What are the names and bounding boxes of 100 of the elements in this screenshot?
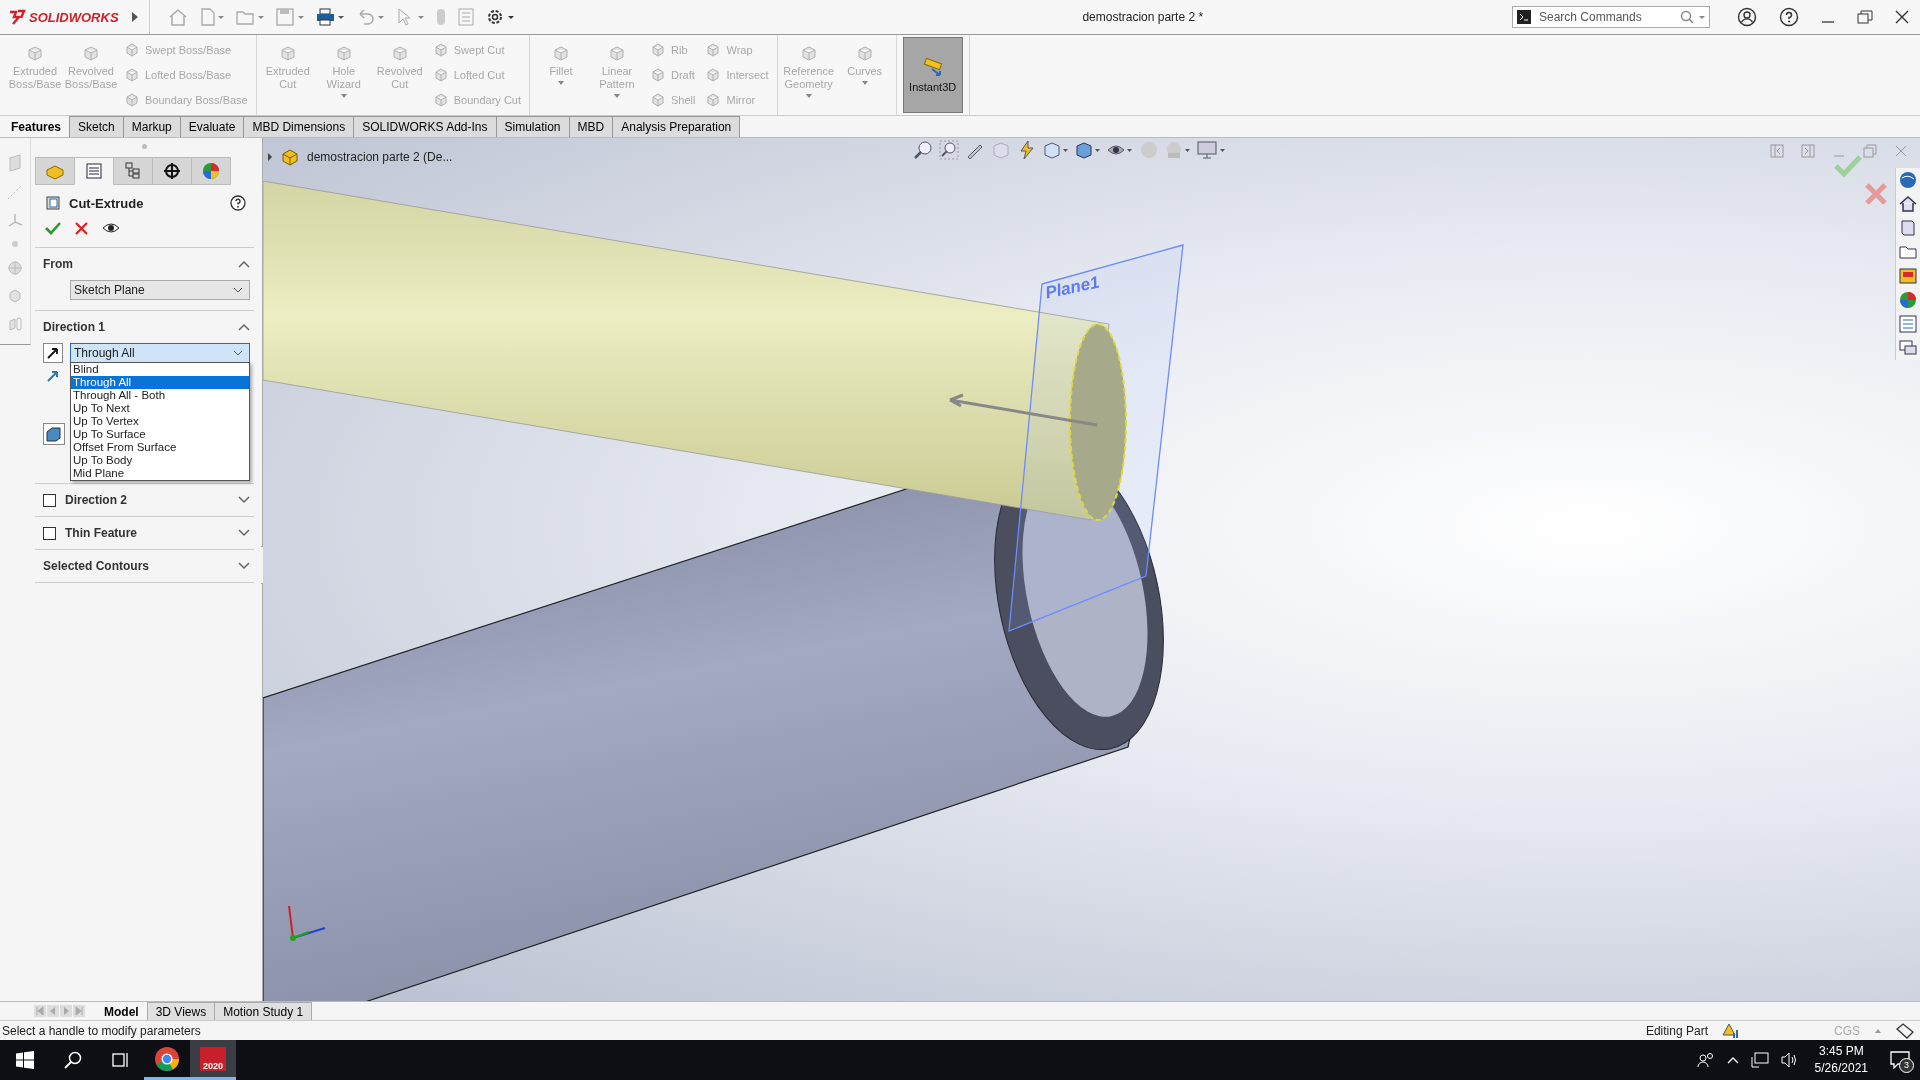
dropdown-option[interactable]: Through All	[71, 376, 249, 389]
instant3d-button[interactable]: Instant3D	[902, 37, 963, 113]
ok-check-icon[interactable]	[45, 221, 61, 235]
dropdown-option[interactable]: Mid Plane	[71, 467, 249, 480]
settings-icon[interactable]	[485, 8, 514, 26]
chevron-icon[interactable]	[238, 562, 250, 570]
task-view-icon[interactable]	[112, 1051, 130, 1069]
dropdown-option[interactable]: Offset From Surface	[71, 441, 249, 454]
color-wheel-icon[interactable]	[1898, 290, 1918, 310]
ribbon-tab[interactable]: Markup	[122, 116, 181, 137]
reverse-direction-icon[interactable]	[43, 343, 63, 363]
ribbon-tab[interactable]: Sketch	[69, 116, 124, 137]
people-icon[interactable]	[1696, 1052, 1715, 1068]
section-title: Direction 1	[43, 320, 106, 334]
ribbon-tab[interactable]: MBD Dimensions	[243, 116, 355, 137]
bottom-tab[interactable]: 3D Views	[146, 1002, 216, 1020]
cube-icon	[432, 41, 449, 58]
ribbon-tab[interactable]: Analysis Preparation	[612, 116, 741, 137]
printer-icon[interactable]	[315, 8, 344, 26]
tile-right-icon[interactable]	[1801, 144, 1815, 158]
chevron-icon	[233, 350, 243, 356]
globe-icon[interactable]	[1898, 170, 1918, 190]
lightning-icon[interactable]	[1017, 140, 1037, 160]
close-icon[interactable]	[1895, 10, 1909, 24]
part-name[interactable]: demostracion parte 2 (De...	[307, 150, 453, 164]
plane-label: Plane1	[1043, 272, 1102, 304]
rebuild-warning-icon[interactable]	[1722, 1022, 1740, 1039]
dropdown-option[interactable]: Blind	[71, 363, 249, 376]
paperclip-icon[interactable]	[7, 316, 23, 332]
chevron-icon[interactable]	[238, 260, 250, 268]
checkbox[interactable]	[43, 526, 56, 540]
windows-start-icon[interactable]	[16, 1051, 34, 1069]
search-icon[interactable]	[64, 1051, 82, 1069]
cut-extrude-icon	[45, 195, 61, 211]
checkbox[interactable]	[43, 493, 56, 507]
part-icon[interactable]	[281, 148, 299, 166]
cube-icon	[124, 92, 140, 109]
list-icon	[85, 162, 103, 180]
confirm-check-icon[interactable]	[1834, 154, 1862, 178]
expand-arrow-icon[interactable]	[130, 11, 139, 23]
clock-time[interactable]: 3:45 PM	[1818, 1043, 1864, 1060]
ribbon-tab[interactable]: Simulation	[495, 116, 570, 137]
dropdown-option[interactable]: Up To Body	[71, 454, 249, 467]
restore-icon[interactable]	[1857, 10, 1873, 24]
monitor-icon[interactable]	[1197, 140, 1227, 160]
user-icon[interactable]	[1737, 7, 1757, 27]
from-dropdown[interactable]: Sketch Plane	[70, 280, 250, 300]
caret-icon[interactable]	[1874, 1027, 1882, 1034]
cube-icon	[705, 67, 722, 83]
dropdown-option[interactable]: Through All - Both	[71, 389, 249, 402]
tag-icon[interactable]	[1896, 1022, 1914, 1039]
browser-icon	[154, 1045, 180, 1072]
palette-icon[interactable]	[1898, 266, 1918, 286]
solidworks-app-button[interactable]: 2020	[190, 1040, 236, 1080]
end-condition-dropdown[interactable]: Through All	[70, 343, 250, 363]
network-icon[interactable]	[1750, 1052, 1769, 1068]
dropdown-option[interactable]: Up To Next	[71, 402, 249, 415]
zoom-icon[interactable]	[913, 140, 933, 160]
bottom-tab[interactable]: Motion Study 1	[214, 1002, 313, 1020]
chevron-icon[interactable]	[238, 529, 250, 537]
help-icon[interactable]	[1779, 7, 1799, 27]
arrow-icon[interactable]	[46, 369, 60, 383]
speaker-icon[interactable]	[1780, 1052, 1799, 1068]
zoom-area-icon[interactable]	[939, 140, 959, 160]
chat-icon[interactable]	[1898, 338, 1918, 358]
section-title: Direction 2	[65, 493, 128, 507]
tree-icon	[124, 162, 142, 180]
dropdown-option[interactable]: Up To Surface	[71, 428, 249, 441]
tile-left-icon[interactable]	[1770, 144, 1784, 158]
expand-arrow-icon[interactable]	[267, 152, 273, 162]
app-name: SOLIDWORKS	[29, 9, 119, 25]
eye-icon[interactable]	[102, 222, 120, 234]
home-icon[interactable]	[1898, 194, 1918, 214]
chevron-icon[interactable]	[238, 323, 250, 331]
chevron-up-icon[interactable]	[1726, 1056, 1739, 1064]
clock-date[interactable]: 5/26/2021	[1814, 1060, 1868, 1077]
edit-mode: Editing Part	[1645, 1023, 1708, 1038]
pointer-icon[interactable]	[395, 8, 424, 26]
dropdown-option[interactable]: Up To Vertex	[71, 415, 249, 428]
search-box[interactable]: Search Commands	[1512, 6, 1710, 28]
cube-icon	[124, 67, 140, 83]
cube-icon	[705, 41, 722, 58]
list-icon[interactable]	[1898, 314, 1918, 334]
ribbon-tab[interactable]: MBD	[568, 116, 614, 137]
panel-tab[interactable]	[152, 157, 192, 185]
chevron-icon[interactable]	[238, 496, 250, 504]
section-title: Selected Contours	[43, 559, 151, 573]
cancel-x-icon[interactable]	[75, 221, 88, 235]
section-title: From	[43, 257, 74, 271]
terminal-icon[interactable]	[1516, 9, 1532, 25]
cube-icon[interactable]	[1075, 140, 1101, 160]
cube-icon[interactable]	[1043, 140, 1069, 160]
notification-button[interactable]: 3	[1880, 1040, 1920, 1080]
solid-body-icon[interactable]	[43, 423, 65, 445]
color-wheel-icon	[202, 162, 220, 180]
help-icon[interactable]	[230, 195, 246, 211]
ribbon-tab[interactable]: SOLIDWORKS Add-Ins	[353, 116, 497, 137]
feature-title: Cut-Extrude	[69, 195, 145, 211]
new-document-icon[interactable]	[199, 8, 224, 26]
ribbon-tab[interactable]: Evaluate	[179, 116, 245, 137]
